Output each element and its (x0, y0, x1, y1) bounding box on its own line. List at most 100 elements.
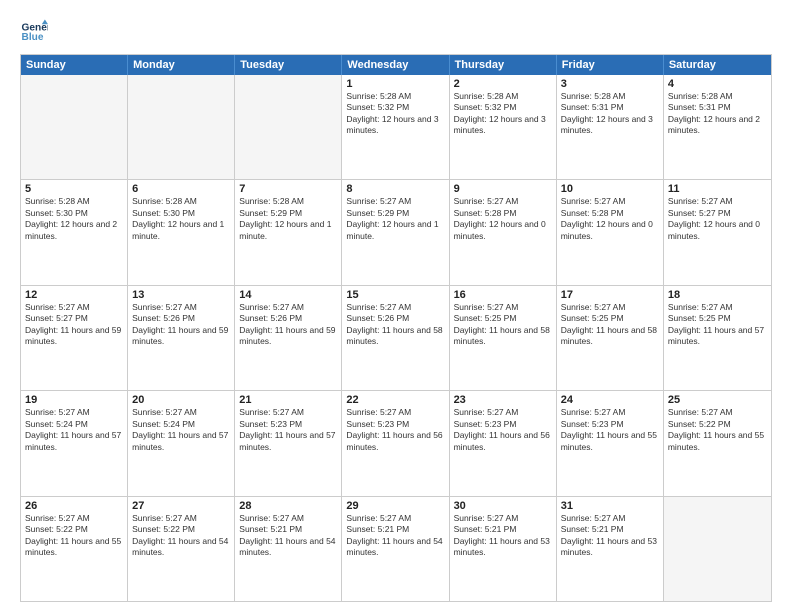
cell-info: Sunrise: 5:28 AM Sunset: 5:32 PM Dayligh… (454, 91, 552, 137)
cell-info: Sunrise: 5:27 AM Sunset: 5:22 PM Dayligh… (668, 407, 767, 453)
day-number: 26 (25, 500, 123, 512)
logo: General Blue (20, 18, 52, 46)
day-number: 21 (239, 394, 337, 406)
calendar-cell-23: 23Sunrise: 5:27 AM Sunset: 5:23 PM Dayli… (450, 391, 557, 495)
day-number: 12 (25, 289, 123, 301)
cell-info: Sunrise: 5:27 AM Sunset: 5:23 PM Dayligh… (239, 407, 337, 453)
calendar-cell-empty-0-1 (128, 75, 235, 179)
cell-info: Sunrise: 5:27 AM Sunset: 5:26 PM Dayligh… (346, 302, 444, 348)
day-number: 7 (239, 183, 337, 195)
calendar-cell-empty-0-0 (21, 75, 128, 179)
day-number: 1 (346, 78, 444, 90)
cell-info: Sunrise: 5:28 AM Sunset: 5:29 PM Dayligh… (239, 196, 337, 242)
cell-info: Sunrise: 5:27 AM Sunset: 5:25 PM Dayligh… (561, 302, 659, 348)
calendar-cell-11: 11Sunrise: 5:27 AM Sunset: 5:27 PM Dayli… (664, 180, 771, 284)
day-number: 17 (561, 289, 659, 301)
day-number: 8 (346, 183, 444, 195)
cell-info: Sunrise: 5:27 AM Sunset: 5:23 PM Dayligh… (454, 407, 552, 453)
cell-info: Sunrise: 5:27 AM Sunset: 5:21 PM Dayligh… (561, 513, 659, 559)
calendar-cell-25: 25Sunrise: 5:27 AM Sunset: 5:22 PM Dayli… (664, 391, 771, 495)
calendar-cell-26: 26Sunrise: 5:27 AM Sunset: 5:22 PM Dayli… (21, 497, 128, 601)
day-number: 23 (454, 394, 552, 406)
day-number: 6 (132, 183, 230, 195)
svg-text:Blue: Blue (22, 32, 44, 43)
cell-info: Sunrise: 5:28 AM Sunset: 5:31 PM Dayligh… (668, 91, 767, 137)
header-day-sunday: Sunday (21, 55, 128, 75)
calendar-cell-14: 14Sunrise: 5:27 AM Sunset: 5:26 PM Dayli… (235, 286, 342, 390)
calendar-cell-28: 28Sunrise: 5:27 AM Sunset: 5:21 PM Dayli… (235, 497, 342, 601)
calendar-cell-22: 22Sunrise: 5:27 AM Sunset: 5:23 PM Dayli… (342, 391, 449, 495)
calendar-cell-6: 6Sunrise: 5:28 AM Sunset: 5:30 PM Daylig… (128, 180, 235, 284)
day-number: 27 (132, 500, 230, 512)
header-day-thursday: Thursday (450, 55, 557, 75)
calendar-cell-27: 27Sunrise: 5:27 AM Sunset: 5:22 PM Dayli… (128, 497, 235, 601)
cell-info: Sunrise: 5:27 AM Sunset: 5:23 PM Dayligh… (561, 407, 659, 453)
calendar-row-3: 12Sunrise: 5:27 AM Sunset: 5:27 PM Dayli… (21, 285, 771, 390)
cell-info: Sunrise: 5:27 AM Sunset: 5:28 PM Dayligh… (454, 196, 552, 242)
calendar-cell-7: 7Sunrise: 5:28 AM Sunset: 5:29 PM Daylig… (235, 180, 342, 284)
page: General Blue SundayMondayTuesdayWednesda… (0, 0, 792, 612)
calendar-cell-5: 5Sunrise: 5:28 AM Sunset: 5:30 PM Daylig… (21, 180, 128, 284)
calendar-cell-10: 10Sunrise: 5:27 AM Sunset: 5:28 PM Dayli… (557, 180, 664, 284)
calendar-header: SundayMondayTuesdayWednesdayThursdayFrid… (21, 55, 771, 75)
calendar-cell-9: 9Sunrise: 5:27 AM Sunset: 5:28 PM Daylig… (450, 180, 557, 284)
cell-info: Sunrise: 5:27 AM Sunset: 5:24 PM Dayligh… (25, 407, 123, 453)
cell-info: Sunrise: 5:27 AM Sunset: 5:21 PM Dayligh… (239, 513, 337, 559)
calendar-cell-31: 31Sunrise: 5:27 AM Sunset: 5:21 PM Dayli… (557, 497, 664, 601)
day-number: 4 (668, 78, 767, 90)
calendar: SundayMondayTuesdayWednesdayThursdayFrid… (20, 54, 772, 602)
calendar-cell-30: 30Sunrise: 5:27 AM Sunset: 5:21 PM Dayli… (450, 497, 557, 601)
calendar-cell-1: 1Sunrise: 5:28 AM Sunset: 5:32 PM Daylig… (342, 75, 449, 179)
cell-info: Sunrise: 5:27 AM Sunset: 5:27 PM Dayligh… (25, 302, 123, 348)
calendar-row-1: 1 Sunrise: 5:28 AM Sunset: 5:32 PM Daylig… (21, 75, 771, 179)
day-number: 11 (668, 183, 767, 195)
calendar-cell-13: 13Sunrise: 5:27 AM Sunset: 5:26 PM Dayli… (128, 286, 235, 390)
cell-info: Sunrise: 5:27 AM Sunset: 5:23 PM Dayligh… (346, 407, 444, 453)
header-day-monday: Monday (128, 55, 235, 75)
calendar-cell-3: 3Sunrise: 5:28 AM Sunset: 5:31 PM Daylig… (557, 75, 664, 179)
calendar-cell-19: 19Sunrise: 5:27 AM Sunset: 5:24 PM Dayli… (21, 391, 128, 495)
day-number: 25 (668, 394, 767, 406)
calendar-cell-15: 15Sunrise: 5:27 AM Sunset: 5:26 PM Dayli… (342, 286, 449, 390)
day-number: 13 (132, 289, 230, 301)
cell-info: Sunrise: 5:27 AM Sunset: 5:26 PM Dayligh… (239, 302, 337, 348)
day-number: 30 (454, 500, 552, 512)
calendar-cell-29: 29Sunrise: 5:27 AM Sunset: 5:21 PM Dayli… (342, 497, 449, 601)
day-number: 14 (239, 289, 337, 301)
day-number: 29 (346, 500, 444, 512)
calendar-cell-20: 20Sunrise: 5:27 AM Sunset: 5:24 PM Dayli… (128, 391, 235, 495)
day-number: 24 (561, 394, 659, 406)
day-number: 20 (132, 394, 230, 406)
cell-info: Sunrise: 5:27 AM Sunset: 5:21 PM Dayligh… (346, 513, 444, 559)
cell-info: Sunrise: 5:27 AM Sunset: 5:21 PM Dayligh… (454, 513, 552, 559)
cell-info: Sunrise: 5:27 AM Sunset: 5:27 PM Dayligh… (668, 196, 767, 242)
day-number: 15 (346, 289, 444, 301)
calendar-cell-empty-0-2 (235, 75, 342, 179)
day-number: 18 (668, 289, 767, 301)
day-number: 31 (561, 500, 659, 512)
cell-info: Sunrise: 5:27 AM Sunset: 5:25 PM Dayligh… (454, 302, 552, 348)
cell-info: Sunrise: 5:27 AM Sunset: 5:28 PM Dayligh… (561, 196, 659, 242)
day-number: 5 (25, 183, 123, 195)
calendar-cell-18: 18Sunrise: 5:27 AM Sunset: 5:25 PM Dayli… (664, 286, 771, 390)
calendar-cell-16: 16Sunrise: 5:27 AM Sunset: 5:25 PM Dayli… (450, 286, 557, 390)
header-day-tuesday: Tuesday (235, 55, 342, 75)
calendar-row-4: 19Sunrise: 5:27 AM Sunset: 5:24 PM Dayli… (21, 390, 771, 495)
day-number: 3 (561, 78, 659, 90)
logo-icon: General Blue (20, 18, 48, 46)
cell-info: Sunrise: 5:27 AM Sunset: 5:25 PM Dayligh… (668, 302, 767, 348)
header-day-wednesday: Wednesday (342, 55, 449, 75)
calendar-cell-empty-4-6 (664, 497, 771, 601)
cell-info: Sunrise: 5:27 AM Sunset: 5:22 PM Dayligh… (132, 513, 230, 559)
cell-info: Sunrise: 5:27 AM Sunset: 5:29 PM Dayligh… (346, 196, 444, 242)
calendar-cell-24: 24Sunrise: 5:27 AM Sunset: 5:23 PM Dayli… (557, 391, 664, 495)
calendar-cell-8: 8Sunrise: 5:27 AM Sunset: 5:29 PM Daylig… (342, 180, 449, 284)
cell-info: Sunrise: 5:27 AM Sunset: 5:24 PM Dayligh… (132, 407, 230, 453)
calendar-cell-12: 12Sunrise: 5:27 AM Sunset: 5:27 PM Dayli… (21, 286, 128, 390)
cell-info: Sunrise: 5:27 AM Sunset: 5:26 PM Dayligh… (132, 302, 230, 348)
calendar-row-2: 5Sunrise: 5:28 AM Sunset: 5:30 PM Daylig… (21, 179, 771, 284)
day-number: 10 (561, 183, 659, 195)
header-day-friday: Friday (557, 55, 664, 75)
calendar-row-5: 26 Sunrise: 5:27 AM Sunset: 5:22 PM Dayli… (21, 496, 771, 601)
calendar-cell-2: 2Sunrise: 5:28 AM Sunset: 5:32 PM Daylig… (450, 75, 557, 179)
